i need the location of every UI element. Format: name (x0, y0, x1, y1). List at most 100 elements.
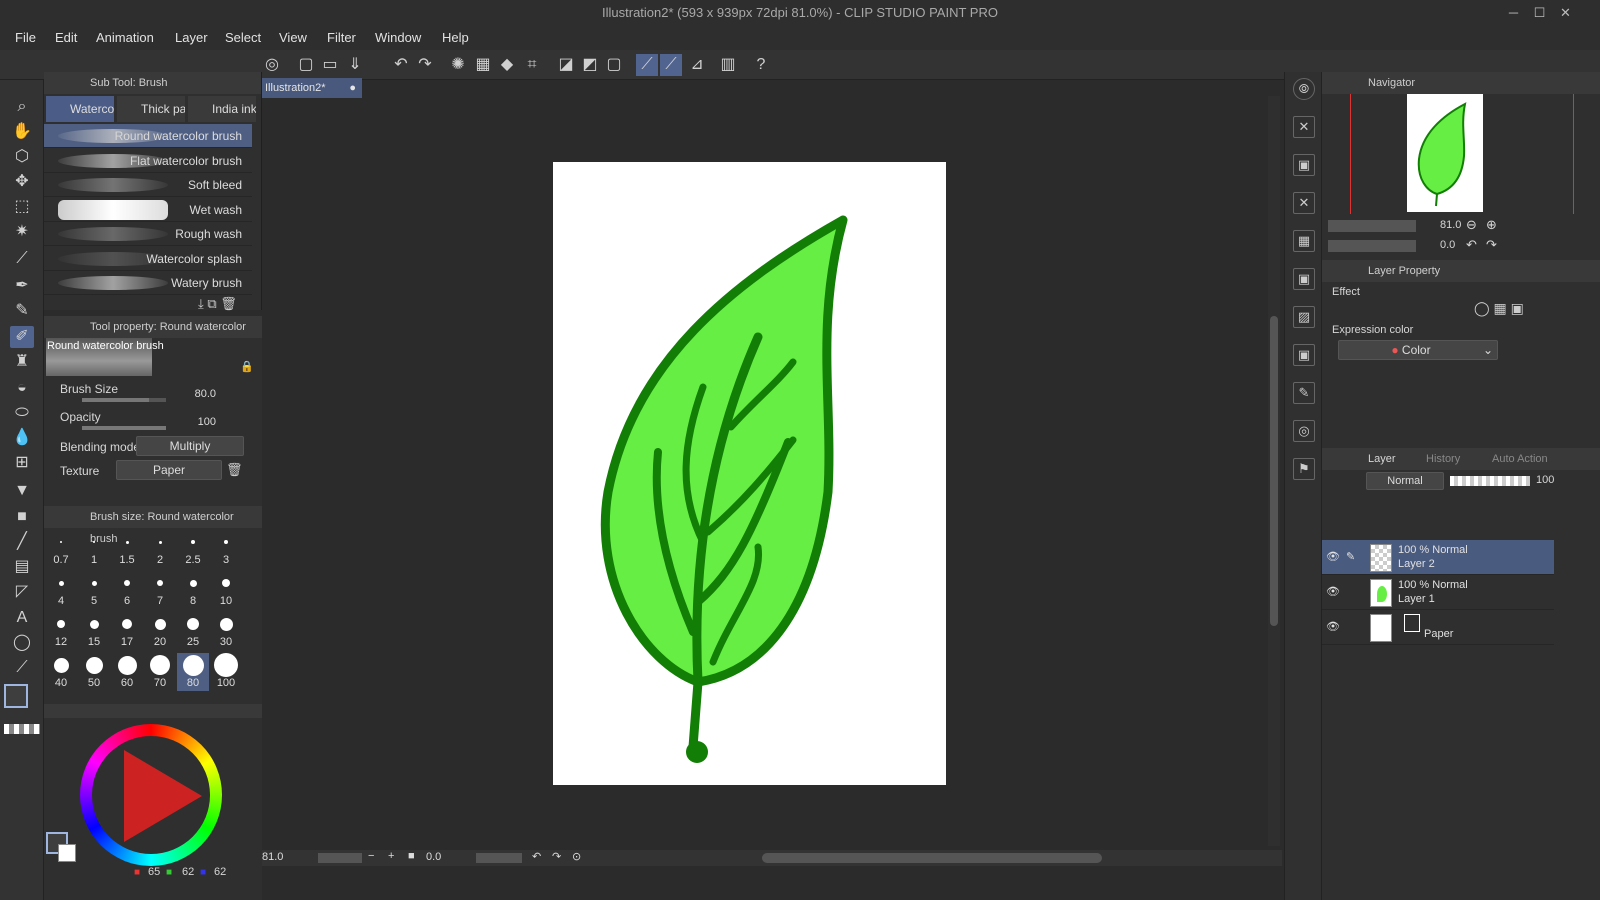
brush-size-preset-12[interactable]: 12 (45, 612, 77, 650)
angle-value[interactable]: 0.0 (426, 851, 441, 863)
brush-size-preset-25[interactable]: 25 (177, 612, 209, 650)
zoom-slider[interactable] (318, 853, 362, 863)
transparent-color-icon[interactable] (4, 724, 40, 734)
tab-india-ink[interactable]: India ink (188, 96, 256, 122)
visibility-icon[interactable]: 👁 (1326, 620, 1340, 633)
maximize-button[interactable]: ☐ (1528, 0, 1551, 26)
brush-watercolor-splash[interactable]: Watercolor splash (44, 247, 252, 271)
rotate-left-icon[interactable]: ↶ (532, 850, 541, 863)
edit-lock-icon[interactable]: ✎ (1346, 550, 1355, 563)
menu-edit[interactable]: Edit (55, 26, 77, 50)
eyedropper-icon[interactable]: ⟋ (10, 248, 34, 270)
frame-icon[interactable]: ▤ (10, 556, 34, 578)
brush-size-preset-2-5[interactable]: 2.5 (177, 530, 209, 568)
selection-icon[interactable]: ⬚ (10, 196, 34, 218)
brush-flat-watercolor[interactable]: Flat watercolor brush (44, 149, 252, 173)
brush-watery[interactable]: Watery brush (44, 271, 252, 295)
brush-size-preset-1-5[interactable]: 1.5 (111, 530, 143, 568)
tab-watercolor[interactable]: Waterco (46, 96, 114, 122)
menu-window[interactable]: Window (375, 26, 421, 50)
opacity-slider[interactable] (82, 426, 166, 430)
selection-border-icon[interactable]: ▢ (603, 54, 625, 76)
brush-size-preset-40[interactable]: 40 (45, 653, 77, 691)
brush-size-preset-10[interactable]: 10 (210, 571, 242, 609)
material-icon-3[interactable]: ✕ (1293, 192, 1315, 214)
ruler-icon[interactable]: ◸ (10, 581, 34, 603)
delete-subtool-icon[interactable]: 🗑 (220, 296, 237, 311)
invert-selection-icon[interactable]: ◩ (579, 54, 601, 76)
operation-icon[interactable]: ⬡ (10, 146, 34, 168)
pencil-icon[interactable]: ✎ (10, 300, 34, 322)
lock-icon[interactable]: 🔒 (240, 360, 254, 373)
brush-size-preset-15[interactable]: 15 (78, 612, 110, 650)
brush-size-preset-8[interactable]: 8 (177, 571, 209, 609)
material-icon-8[interactable]: ✎ (1293, 382, 1315, 404)
zoom-value[interactable]: 81.0 (262, 851, 283, 863)
vertical-scrollbar[interactable] (1268, 96, 1280, 846)
eraser-icon[interactable]: ⬭ (10, 402, 34, 424)
pen-icon[interactable]: ✒ (10, 275, 34, 297)
hue-ring[interactable] (80, 724, 222, 866)
transform-icon[interactable]: ⌗ (521, 54, 543, 76)
delete-texture-icon[interactable]: 🗑 (226, 462, 243, 478)
save-icon[interactable]: ⇓ (344, 54, 366, 76)
brush-size-preset-2[interactable]: 2 (144, 530, 176, 568)
snap-special-ruler-icon[interactable]: ⟋ (660, 54, 682, 76)
text-icon[interactable]: A (10, 607, 34, 629)
clear-icon[interactable]: ✺ (447, 54, 469, 76)
gradient-icon[interactable]: ■ (10, 506, 34, 528)
brush-size-preset-50[interactable]: 50 (78, 653, 110, 691)
brush-size-preset-60[interactable]: 60 (111, 653, 143, 691)
brush-round-watercolor[interactable]: Round watercolor brush (44, 124, 252, 148)
canvas-paper[interactable] (553, 162, 946, 785)
material-icon-4[interactable]: ▦ (1293, 230, 1315, 252)
fill-icon[interactable]: ◆ (496, 54, 518, 76)
sub-color-small[interactable] (58, 844, 76, 862)
opacity-value[interactable]: 100 (164, 416, 216, 428)
snap-ruler-icon[interactable]: ⟋ (636, 54, 658, 76)
material-icon-5[interactable]: ▣ (1293, 268, 1315, 290)
menu-filter[interactable]: Filter (327, 26, 356, 50)
auto-select-icon[interactable]: ✷ (10, 221, 34, 243)
duplicate-subtool-icon[interactable]: ⧉ (207, 296, 216, 311)
brush-size-preset-6[interactable]: 6 (111, 571, 143, 609)
brush-wet-wash[interactable]: Wet wash (44, 198, 252, 222)
navigator-rotate-slider[interactable] (1328, 240, 1416, 252)
brush-soft-bleed[interactable]: Soft bleed (44, 173, 252, 197)
navigator-zoom-slider[interactable] (1328, 220, 1416, 232)
brush-size-preset-4[interactable]: 4 (45, 571, 77, 609)
correct-line-icon[interactable]: ⟋ (10, 657, 34, 679)
minimize-button[interactable]: ─ (1502, 0, 1525, 26)
brush-size-preset-0-7[interactable]: 0.7 (45, 530, 77, 568)
expression-color-select[interactable]: ● Color ⌄ (1338, 340, 1498, 360)
snap-grid-icon[interactable]: ⊿ (686, 54, 708, 76)
menu-help[interactable]: Help (442, 26, 469, 50)
zoom-icon[interactable]: ⌕ (10, 96, 34, 118)
move-layer-icon[interactable]: ✥ (10, 171, 34, 193)
layer-opacity-slider[interactable] (1450, 476, 1530, 486)
tab-close-icon[interactable]: ● (349, 78, 356, 98)
undo-icon[interactable]: ↶ (390, 54, 412, 76)
visibility-icon[interactable]: 👁 (1326, 550, 1340, 563)
brush-size-value[interactable]: 80.0 (164, 388, 216, 400)
material-icon-6[interactable]: ▨ (1293, 306, 1315, 328)
material-icon-2[interactable]: ▣ (1293, 154, 1315, 176)
clip-studio-icon[interactable]: ◎ (261, 54, 283, 76)
texture-select[interactable]: Paper (116, 460, 222, 480)
open-file-icon[interactable]: ▭ (319, 54, 341, 76)
brush-size-preset-7[interactable]: 7 (144, 571, 176, 609)
hand-icon[interactable]: ✋ (10, 121, 34, 143)
figure-icon[interactable]: ⊞ (10, 452, 34, 474)
rotate-right-icon[interactable]: ↷ (552, 850, 561, 863)
menu-view[interactable]: View (279, 26, 307, 50)
navigator-tab[interactable]: Navigator (1322, 72, 1600, 94)
material-icon-1[interactable]: ✕ (1293, 116, 1315, 138)
navigator-view[interactable] (1350, 94, 1574, 214)
navigator-zoom[interactable]: 81.0 (1440, 219, 1461, 231)
brush-icon[interactable]: ✐ (10, 326, 34, 348)
line-icon[interactable]: ╱ (10, 531, 34, 553)
brush-rough-wash[interactable]: Rough wash (44, 222, 252, 246)
close-button[interactable]: ✕ (1554, 0, 1577, 26)
visibility-icon[interactable]: 👁 (1326, 585, 1340, 598)
brush-size-preset-17[interactable]: 17 (111, 612, 143, 650)
